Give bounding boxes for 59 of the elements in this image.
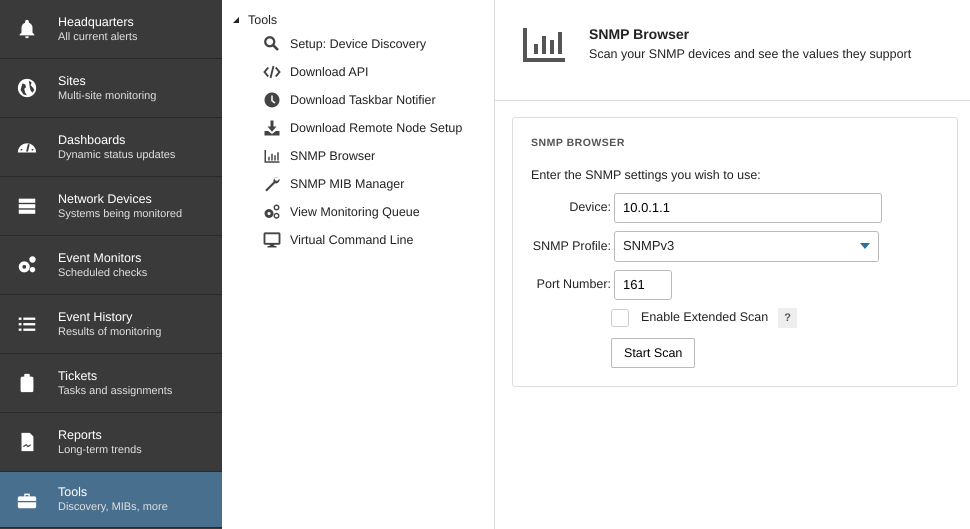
- sidebar-item-title: Event History: [58, 308, 134, 324]
- sidebar-item-title: Headquarters: [58, 14, 135, 30]
- code-icon: [262, 63, 282, 81]
- sidebar-item[interactable]: Dashboards Dynamic status updates: [0, 118, 222, 177]
- tree-item[interactable]: Virtual Command Line: [262, 226, 494, 254]
- sidebar-item[interactable]: Event History Results of monitoring: [0, 295, 222, 354]
- sidebar-item-title: Event Monitors: [58, 250, 142, 266]
- tree-item[interactable]: View Monitoring Queue: [262, 198, 494, 226]
- sidebar-item-subtitle: Discovery, MIBs, more: [58, 500, 168, 515]
- bar-chart-icon: [523, 26, 567, 62]
- expanded-triangle-icon[interactable]: [232, 16, 240, 24]
- tree-item[interactable]: Download Taskbar Notifier: [262, 86, 494, 114]
- globe-icon: [16, 77, 38, 99]
- tree-item[interactable]: Download Remote Node Setup: [262, 114, 494, 142]
- sidebar-item-subtitle: Multi-site monitoring: [58, 88, 156, 104]
- sidebar-item-subtitle: Dynamic status updates: [58, 148, 176, 162]
- page-title: SNMP Browser: [589, 25, 690, 44]
- sidebar-item-subtitle: Long-term trends: [58, 442, 142, 458]
- port-field[interactable]: 161: [614, 270, 672, 300]
- sidebar-item-subtitle: Systems being monitored: [58, 206, 182, 222]
- sidebar-item[interactable]: Event Monitors Scheduled checks: [0, 236, 222, 295]
- tree-node-label[interactable]: Tools: [248, 10, 278, 30]
- sidebar-item-subtitle: Results of monitoring: [58, 324, 162, 340]
- tree-item[interactable]: Setup: Device Discovery: [262, 30, 494, 58]
- device-field[interactable]: 10.0.1.1: [614, 192, 882, 222]
- field-label: Device:: [568, 199, 611, 216]
- start-scan-button[interactable]: Start Scan: [611, 338, 696, 368]
- checkbox[interactable]: [611, 308, 629, 327]
- field-label: Port Number:: [536, 276, 611, 294]
- sidebar-item-subtitle: All current alerts: [58, 30, 138, 44]
- sidebar-item-subtitle: Scheduled checks: [58, 266, 148, 280]
- tree-item[interactable]: SNMP Browser: [262, 142, 494, 170]
- panel-heading: SNMP BROWSER: [531, 136, 626, 151]
- help-button[interactable]: ?: [778, 308, 797, 328]
- page-subtitle: Scan your SNMP devices and see the values they support: [589, 46, 912, 64]
- caret-icon: [860, 243, 870, 249]
- sidebar-item-title: Tickets: [58, 368, 98, 384]
- sidebar-item-title: Network Devices: [58, 190, 153, 206]
- sidebar-item[interactable]: Headquarters All current alerts: [0, 0, 222, 59]
- download-icon: [262, 119, 282, 137]
- sidebar-item-title: Sites: [58, 72, 87, 88]
- sidebar-item-title: Tools: [58, 484, 88, 500]
- tree-item[interactable]: Download API: [262, 58, 494, 86]
- gears-icon: [262, 203, 282, 221]
- sidebar-item[interactable]: Tickets Tasks and assignments: [0, 354, 222, 413]
- sidebar-item[interactable]: Network Devices Systems being monitored: [0, 177, 222, 236]
- sidebar-item[interactable]: Tools Discovery, MIBs, more: [0, 472, 222, 528]
- field-label: SNMP Profile:: [532, 238, 611, 255]
- clock-icon: [262, 91, 282, 109]
- intro-text: Enter the SNMP settings you wish to use:: [531, 166, 762, 184]
- profile-dropdown[interactable]: SNMPv3: [614, 230, 879, 262]
- monitor-icon: [262, 231, 282, 249]
- sidebar-item-subtitle: Tasks and assignments: [58, 384, 172, 398]
- sidebar-item[interactable]: Sites Multi-site monitoring: [0, 59, 222, 118]
- sidebar-item-title: Dashboards: [58, 132, 126, 148]
- tree-item[interactable]: SNMP MIB Manager: [262, 170, 494, 198]
- checkbox-label[interactable]: Enable Extended Scan: [641, 308, 768, 328]
- sidebar-item-title: Reports: [58, 426, 103, 442]
- bar-chart-icon: [262, 147, 282, 165]
